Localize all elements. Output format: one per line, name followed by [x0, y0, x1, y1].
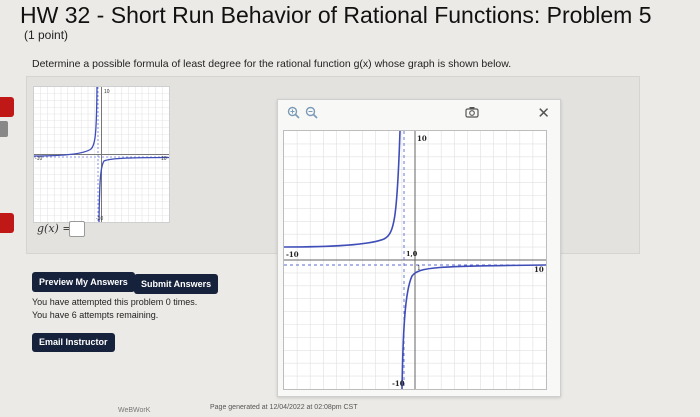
camera-icon[interactable] [465, 106, 479, 121]
thumbnail-graph-svg: 10 -10 10 -10 [33, 86, 170, 223]
graph-popup: ✕ 10 -10 10 -10 1,0 1 [277, 99, 561, 397]
enlarged-graph-svg: 10 -10 10 -10 1,0 1 [283, 130, 547, 390]
graph-thumbnail[interactable]: 10 -10 10 -10 [33, 86, 170, 223]
side-tab-red-top[interactable] [0, 97, 14, 117]
question-text: Determine a possible formula of least de… [32, 58, 512, 70]
remaining-text: You have 6 attempts remaining. [32, 310, 159, 320]
graph-label-ytop: 10 [417, 134, 427, 143]
thumbnail-tick-ybottom: -10 [96, 216, 103, 222]
points-label: (1 point) [24, 28, 69, 42]
side-tab-grey[interactable] [0, 121, 8, 137]
graph-label-xright: 10 [534, 265, 544, 274]
enlarged-graph: 10 -10 10 -10 1,0 1 [283, 130, 547, 390]
page-title: HW 32 - Short Run Behavior of Rational F… [20, 2, 652, 28]
email-instructor-button[interactable]: Email Instructor [32, 333, 115, 352]
graph-label-point: 1,0 [406, 250, 418, 258]
close-icon[interactable]: ✕ [537, 104, 550, 122]
answer-label: g(x) = [37, 222, 72, 235]
attempts-text: You have attempted this problem 0 times. [32, 297, 198, 307]
thumbnail-tick-xleft: -10 [35, 156, 42, 162]
footer-generated: Page generated at 12/04/2022 at 02:08pm … [210, 404, 358, 411]
thumbnail-tick-ytop: 10 [104, 89, 110, 95]
graph-label-ybottom: -10 [392, 379, 405, 388]
submit-answers-button[interactable]: Submit Answers [134, 274, 219, 294]
preview-answers-button[interactable]: Preview My Answers [32, 272, 135, 292]
zoom-in-icon[interactable] [287, 106, 300, 122]
footer-brand: WeBWorK [118, 407, 151, 414]
zoom-out-icon[interactable] [305, 106, 318, 122]
answer-input[interactable] [69, 221, 85, 237]
thumbnail-tick-xright: 10 [161, 156, 167, 162]
graph-label-xleft: -10 [286, 250, 299, 259]
graph-label-unit: 1 [417, 265, 421, 272]
side-tab-red-bottom[interactable] [0, 213, 14, 233]
